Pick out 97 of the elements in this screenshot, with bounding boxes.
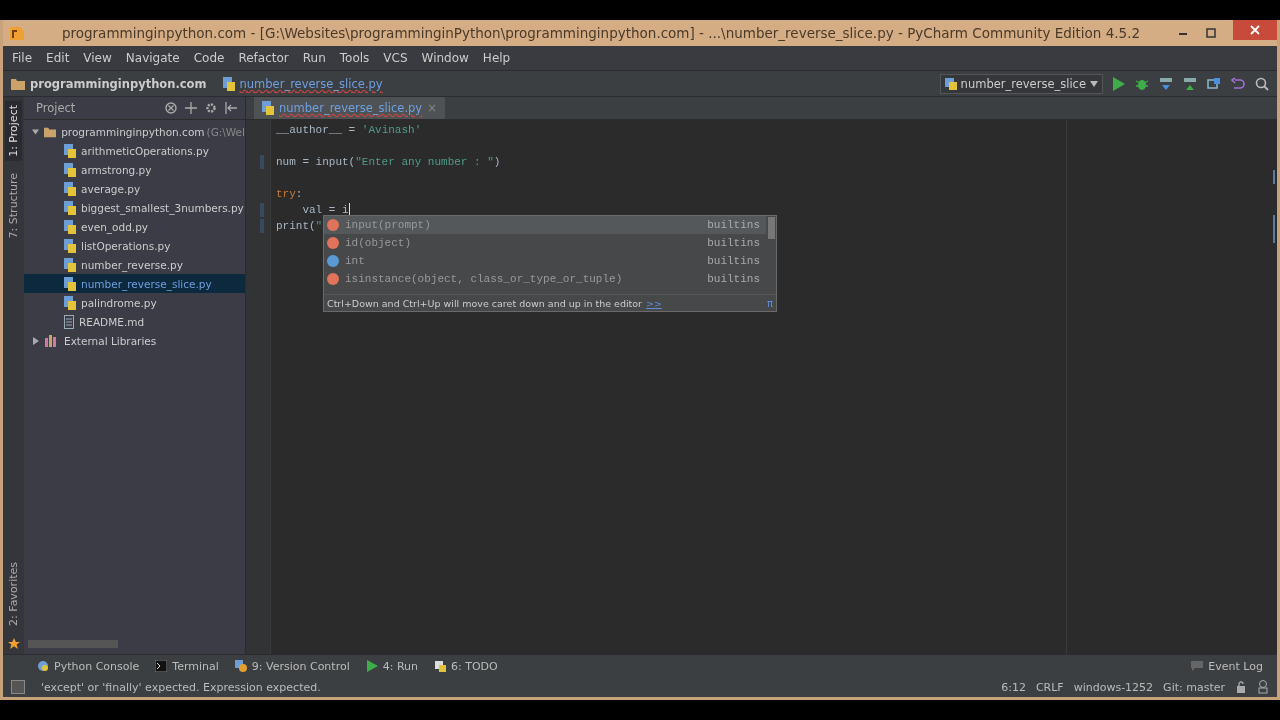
tree-item[interactable]: average.py bbox=[81, 182, 141, 195]
app-logo-icon bbox=[9, 25, 25, 41]
tree-item[interactable]: number_reverse.py bbox=[81, 258, 183, 271]
project-view-dropdown[interactable]: Project bbox=[36, 101, 126, 115]
scrollbar-thumb[interactable] bbox=[28, 640, 118, 648]
menu-item[interactable]: Refactor bbox=[238, 51, 289, 65]
menu-item[interactable]: VCS bbox=[383, 51, 408, 65]
completion-source: builtins bbox=[707, 237, 760, 249]
scrollbar-thumb[interactable] bbox=[768, 217, 775, 239]
maximize-icon[interactable] bbox=[1205, 28, 1217, 38]
code-line: try: bbox=[276, 188, 303, 200]
tree-item[interactable]: README.md bbox=[79, 315, 145, 328]
terminal-icon bbox=[155, 660, 168, 672]
menu-item[interactable]: Edit bbox=[46, 51, 70, 65]
python-file-icon bbox=[64, 143, 76, 158]
tool-window-button[interactable]: 6: TODO bbox=[434, 659, 498, 673]
close-icon bbox=[1250, 25, 1260, 35]
vcs-update-icon[interactable] bbox=[1159, 76, 1173, 91]
python-file-icon bbox=[64, 219, 76, 234]
library-icon bbox=[45, 334, 59, 347]
folder-icon bbox=[44, 125, 57, 138]
text-file-icon bbox=[64, 314, 74, 329]
breadcrumb[interactable]: programminginpython.com bbox=[30, 76, 207, 91]
python-file-icon bbox=[64, 162, 76, 177]
python-file-icon bbox=[944, 77, 957, 90]
revert-icon[interactable] bbox=[1231, 76, 1245, 91]
menu-item[interactable]: Help bbox=[482, 51, 511, 65]
side-tab[interactable]: 1: Project bbox=[5, 101, 22, 161]
collapse-all-icon[interactable] bbox=[165, 102, 177, 114]
lock-icon[interactable] bbox=[1235, 681, 1247, 693]
menu-item[interactable]: Tools bbox=[339, 51, 370, 65]
compare-icon[interactable] bbox=[1207, 76, 1221, 91]
scroll-from-source-icon[interactable] bbox=[185, 102, 197, 114]
menu-item[interactable]: File bbox=[12, 51, 33, 65]
menu-item[interactable]: Window bbox=[421, 51, 469, 65]
run-icon[interactable] bbox=[1113, 76, 1125, 91]
menu-item[interactable]: View bbox=[83, 51, 112, 65]
python-file-icon bbox=[64, 276, 76, 291]
version-control-icon bbox=[234, 660, 247, 672]
status-message: 'except' or 'finally' expected. Expression expected. bbox=[41, 680, 321, 694]
tool-window-button[interactable]: Terminal bbox=[155, 659, 219, 673]
vcs-commit-icon[interactable] bbox=[1183, 76, 1197, 91]
completion-source: builtins bbox=[707, 255, 760, 267]
tree-item[interactable]: arithmeticOperations.py bbox=[81, 144, 209, 157]
tree-item[interactable]: even_odd.py bbox=[81, 220, 148, 233]
python-file-icon bbox=[64, 181, 76, 196]
tool-window-button[interactable]: 9: Version Control bbox=[234, 659, 350, 673]
git-branch[interactable]: Git: master bbox=[1163, 680, 1225, 694]
completion-hint: Ctrl+Down and Ctrl+Up will move caret down and up in the editor bbox=[327, 297, 643, 309]
completion-source: builtins bbox=[707, 273, 760, 285]
folder-icon bbox=[11, 77, 25, 90]
side-tab[interactable]: 2: Favorites bbox=[5, 558, 22, 630]
hide-panel-icon[interactable] bbox=[225, 102, 237, 114]
python-file-icon bbox=[222, 76, 235, 91]
caret-icon bbox=[1090, 80, 1098, 87]
search-icon[interactable] bbox=[1255, 76, 1269, 91]
code-line: print(" bbox=[276, 220, 323, 232]
tree-item[interactable]: listOperations.py bbox=[81, 239, 171, 252]
panel-toggle-icon[interactable] bbox=[11, 680, 25, 694]
expand-arrow-icon[interactable] bbox=[32, 336, 40, 345]
speech-bubble-icon bbox=[1191, 661, 1204, 671]
settings-icon[interactable] bbox=[205, 102, 217, 114]
tool-window-button[interactable]: 4: Run bbox=[365, 659, 418, 673]
python-file-icon bbox=[64, 257, 76, 272]
expand-arrow-icon[interactable] bbox=[32, 127, 39, 136]
menu-item[interactable]: Code bbox=[193, 51, 225, 65]
window-title: programminginpython.com - [G:\Websites\programminginPython\programminginpython.com] - ...\number_reverse_slice.py - PyCharm Community Edition 4.5.2 bbox=[60, 25, 1142, 41]
python-file-icon bbox=[262, 101, 274, 115]
menu-item[interactable]: Run bbox=[302, 51, 326, 65]
line-separator[interactable]: CRLF bbox=[1035, 680, 1064, 694]
menu-item[interactable]: Navigate bbox=[125, 51, 180, 65]
python-file-icon bbox=[64, 295, 76, 310]
star-icon bbox=[7, 638, 20, 650]
tool-window-button[interactable]: Python Console bbox=[37, 659, 140, 673]
event-log-button[interactable]: Event Log bbox=[1191, 659, 1263, 673]
caret-position[interactable]: 6:12 bbox=[1001, 680, 1026, 694]
tree-item[interactable]: programminginpython.com bbox=[61, 125, 205, 138]
completion-source: builtins bbox=[707, 219, 760, 231]
file-encoding[interactable]: windows-1252 bbox=[1073, 680, 1154, 694]
side-tab[interactable]: 7: Structure bbox=[5, 168, 22, 243]
close-button[interactable] bbox=[1233, 20, 1277, 40]
tree-item[interactable]: armstrong.py bbox=[81, 163, 152, 176]
inspector-icon[interactable] bbox=[1257, 680, 1269, 694]
breadcrumb[interactable]: number_reverse_slice.py bbox=[239, 76, 383, 91]
code-line: num = input("Enter any number : ") bbox=[276, 156, 501, 168]
python-console-icon bbox=[37, 660, 49, 672]
run-configuration-dropdown[interactable]: number_reverse_slice bbox=[939, 73, 1103, 94]
code-line: __author__ = 'Avinash' bbox=[276, 124, 422, 136]
python-file-icon bbox=[64, 200, 76, 215]
tree-item[interactable]: biggest_smallest_3numbers.py bbox=[81, 201, 244, 214]
run-icon bbox=[365, 660, 378, 672]
python-file-icon bbox=[64, 238, 76, 253]
tree-item[interactable]: External Libraries bbox=[64, 334, 157, 347]
folder-path: (G:\Wel bbox=[206, 125, 245, 138]
tree-item[interactable]: palindrome.py bbox=[81, 296, 157, 309]
todo-icon bbox=[434, 660, 446, 672]
code-line: val = i bbox=[301, 204, 349, 216]
